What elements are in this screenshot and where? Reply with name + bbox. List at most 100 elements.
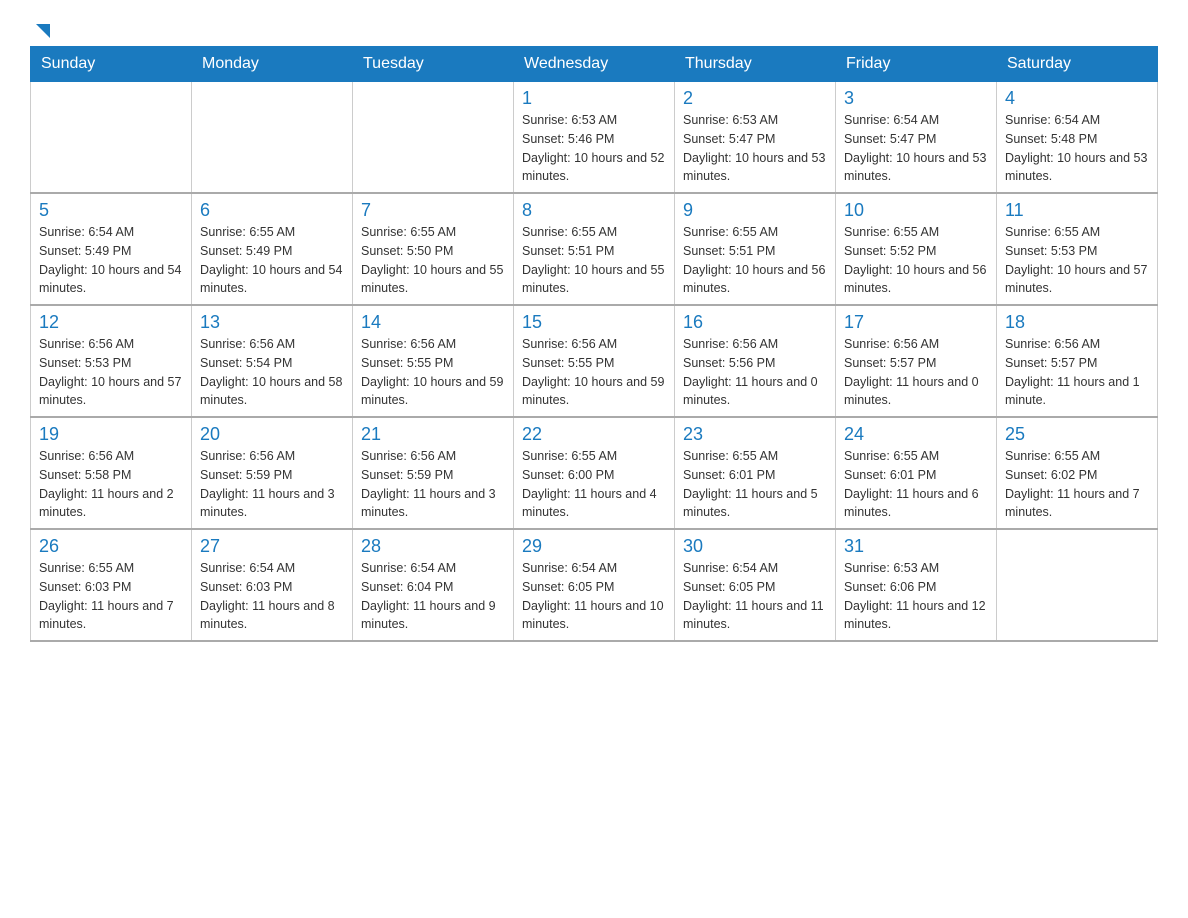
calendar-cell (31, 82, 192, 194)
day-info: Sunrise: 6:55 AM Sunset: 5:53 PM Dayligh… (1005, 223, 1149, 298)
day-number: 24 (844, 424, 988, 445)
calendar-cell: 31Sunrise: 6:53 AM Sunset: 6:06 PM Dayli… (836, 529, 997, 641)
day-number: 21 (361, 424, 505, 445)
day-number: 1 (522, 88, 666, 109)
day-info: Sunrise: 6:55 AM Sunset: 6:01 PM Dayligh… (844, 447, 988, 522)
day-number: 20 (200, 424, 344, 445)
calendar-cell: 11Sunrise: 6:55 AM Sunset: 5:53 PM Dayli… (997, 193, 1158, 305)
day-number: 19 (39, 424, 183, 445)
calendar-table: SundayMondayTuesdayWednesdayThursdayFrid… (30, 46, 1158, 642)
day-info: Sunrise: 6:56 AM Sunset: 5:58 PM Dayligh… (39, 447, 183, 522)
day-info: Sunrise: 6:53 AM Sunset: 5:46 PM Dayligh… (522, 111, 666, 186)
day-info: Sunrise: 6:56 AM Sunset: 5:55 PM Dayligh… (522, 335, 666, 410)
day-info: Sunrise: 6:53 AM Sunset: 5:47 PM Dayligh… (683, 111, 827, 186)
calendar-cell: 14Sunrise: 6:56 AM Sunset: 5:55 PM Dayli… (353, 305, 514, 417)
day-number: 8 (522, 200, 666, 221)
calendar-cell: 7Sunrise: 6:55 AM Sunset: 5:50 PM Daylig… (353, 193, 514, 305)
calendar-cell: 29Sunrise: 6:54 AM Sunset: 6:05 PM Dayli… (514, 529, 675, 641)
logo-triangle-icon (32, 20, 54, 42)
day-info: Sunrise: 6:54 AM Sunset: 5:48 PM Dayligh… (1005, 111, 1149, 186)
day-number: 14 (361, 312, 505, 333)
calendar-cell: 19Sunrise: 6:56 AM Sunset: 5:58 PM Dayli… (31, 417, 192, 529)
day-info: Sunrise: 6:55 AM Sunset: 6:02 PM Dayligh… (1005, 447, 1149, 522)
day-info: Sunrise: 6:56 AM Sunset: 5:57 PM Dayligh… (1005, 335, 1149, 410)
calendar-cell: 20Sunrise: 6:56 AM Sunset: 5:59 PM Dayli… (192, 417, 353, 529)
day-info: Sunrise: 6:56 AM Sunset: 5:56 PM Dayligh… (683, 335, 827, 410)
day-info: Sunrise: 6:56 AM Sunset: 5:53 PM Dayligh… (39, 335, 183, 410)
page-header (30, 20, 1158, 36)
day-info: Sunrise: 6:54 AM Sunset: 6:04 PM Dayligh… (361, 559, 505, 634)
calendar-cell: 16Sunrise: 6:56 AM Sunset: 5:56 PM Dayli… (675, 305, 836, 417)
day-info: Sunrise: 6:55 AM Sunset: 6:01 PM Dayligh… (683, 447, 827, 522)
day-number: 3 (844, 88, 988, 109)
week-row-1: 1Sunrise: 6:53 AM Sunset: 5:46 PM Daylig… (31, 82, 1158, 194)
calendar-cell: 4Sunrise: 6:54 AM Sunset: 5:48 PM Daylig… (997, 82, 1158, 194)
calendar-cell: 10Sunrise: 6:55 AM Sunset: 5:52 PM Dayli… (836, 193, 997, 305)
calendar-cell: 6Sunrise: 6:55 AM Sunset: 5:49 PM Daylig… (192, 193, 353, 305)
calendar-cell: 15Sunrise: 6:56 AM Sunset: 5:55 PM Dayli… (514, 305, 675, 417)
calendar-cell: 8Sunrise: 6:55 AM Sunset: 5:51 PM Daylig… (514, 193, 675, 305)
calendar-cell: 5Sunrise: 6:54 AM Sunset: 5:49 PM Daylig… (31, 193, 192, 305)
day-number: 4 (1005, 88, 1149, 109)
calendar-cell: 30Sunrise: 6:54 AM Sunset: 6:05 PM Dayli… (675, 529, 836, 641)
calendar-cell: 9Sunrise: 6:55 AM Sunset: 5:51 PM Daylig… (675, 193, 836, 305)
col-header-monday: Monday (192, 47, 353, 82)
day-info: Sunrise: 6:53 AM Sunset: 6:06 PM Dayligh… (844, 559, 988, 634)
calendar-cell: 2Sunrise: 6:53 AM Sunset: 5:47 PM Daylig… (675, 82, 836, 194)
col-header-wednesday: Wednesday (514, 47, 675, 82)
day-number: 28 (361, 536, 505, 557)
calendar-cell: 18Sunrise: 6:56 AM Sunset: 5:57 PM Dayli… (997, 305, 1158, 417)
week-row-3: 12Sunrise: 6:56 AM Sunset: 5:53 PM Dayli… (31, 305, 1158, 417)
day-number: 29 (522, 536, 666, 557)
day-number: 11 (1005, 200, 1149, 221)
day-info: Sunrise: 6:54 AM Sunset: 5:47 PM Dayligh… (844, 111, 988, 186)
week-row-2: 5Sunrise: 6:54 AM Sunset: 5:49 PM Daylig… (31, 193, 1158, 305)
week-row-4: 19Sunrise: 6:56 AM Sunset: 5:58 PM Dayli… (31, 417, 1158, 529)
day-number: 10 (844, 200, 988, 221)
day-info: Sunrise: 6:54 AM Sunset: 6:05 PM Dayligh… (683, 559, 827, 634)
calendar-cell: 1Sunrise: 6:53 AM Sunset: 5:46 PM Daylig… (514, 82, 675, 194)
day-number: 30 (683, 536, 827, 557)
calendar-cell (192, 82, 353, 194)
col-header-tuesday: Tuesday (353, 47, 514, 82)
col-header-saturday: Saturday (997, 47, 1158, 82)
calendar-cell: 24Sunrise: 6:55 AM Sunset: 6:01 PM Dayli… (836, 417, 997, 529)
calendar-cell: 3Sunrise: 6:54 AM Sunset: 5:47 PM Daylig… (836, 82, 997, 194)
day-info: Sunrise: 6:56 AM Sunset: 5:59 PM Dayligh… (361, 447, 505, 522)
day-number: 22 (522, 424, 666, 445)
day-number: 15 (522, 312, 666, 333)
day-number: 25 (1005, 424, 1149, 445)
week-row-5: 26Sunrise: 6:55 AM Sunset: 6:03 PM Dayli… (31, 529, 1158, 641)
day-info: Sunrise: 6:55 AM Sunset: 6:03 PM Dayligh… (39, 559, 183, 634)
day-number: 7 (361, 200, 505, 221)
day-info: Sunrise: 6:56 AM Sunset: 5:57 PM Dayligh… (844, 335, 988, 410)
day-number: 12 (39, 312, 183, 333)
calendar-cell: 27Sunrise: 6:54 AM Sunset: 6:03 PM Dayli… (192, 529, 353, 641)
calendar-cell: 17Sunrise: 6:56 AM Sunset: 5:57 PM Dayli… (836, 305, 997, 417)
calendar-cell: 25Sunrise: 6:55 AM Sunset: 6:02 PM Dayli… (997, 417, 1158, 529)
day-info: Sunrise: 6:56 AM Sunset: 5:59 PM Dayligh… (200, 447, 344, 522)
calendar-cell: 22Sunrise: 6:55 AM Sunset: 6:00 PM Dayli… (514, 417, 675, 529)
day-info: Sunrise: 6:54 AM Sunset: 5:49 PM Dayligh… (39, 223, 183, 298)
logo (30, 20, 54, 36)
day-info: Sunrise: 6:55 AM Sunset: 5:50 PM Dayligh… (361, 223, 505, 298)
col-header-sunday: Sunday (31, 47, 192, 82)
day-number: 27 (200, 536, 344, 557)
day-info: Sunrise: 6:55 AM Sunset: 5:49 PM Dayligh… (200, 223, 344, 298)
calendar-cell: 13Sunrise: 6:56 AM Sunset: 5:54 PM Dayli… (192, 305, 353, 417)
day-number: 26 (39, 536, 183, 557)
col-header-friday: Friday (836, 47, 997, 82)
calendar-cell (353, 82, 514, 194)
day-number: 16 (683, 312, 827, 333)
day-info: Sunrise: 6:55 AM Sunset: 6:00 PM Dayligh… (522, 447, 666, 522)
day-number: 17 (844, 312, 988, 333)
day-info: Sunrise: 6:55 AM Sunset: 5:52 PM Dayligh… (844, 223, 988, 298)
day-info: Sunrise: 6:55 AM Sunset: 5:51 PM Dayligh… (522, 223, 666, 298)
calendar-cell: 12Sunrise: 6:56 AM Sunset: 5:53 PM Dayli… (31, 305, 192, 417)
day-number: 5 (39, 200, 183, 221)
calendar-cell: 21Sunrise: 6:56 AM Sunset: 5:59 PM Dayli… (353, 417, 514, 529)
calendar-header-row: SundayMondayTuesdayWednesdayThursdayFrid… (31, 47, 1158, 82)
day-info: Sunrise: 6:56 AM Sunset: 5:55 PM Dayligh… (361, 335, 505, 410)
calendar-cell: 28Sunrise: 6:54 AM Sunset: 6:04 PM Dayli… (353, 529, 514, 641)
day-number: 18 (1005, 312, 1149, 333)
